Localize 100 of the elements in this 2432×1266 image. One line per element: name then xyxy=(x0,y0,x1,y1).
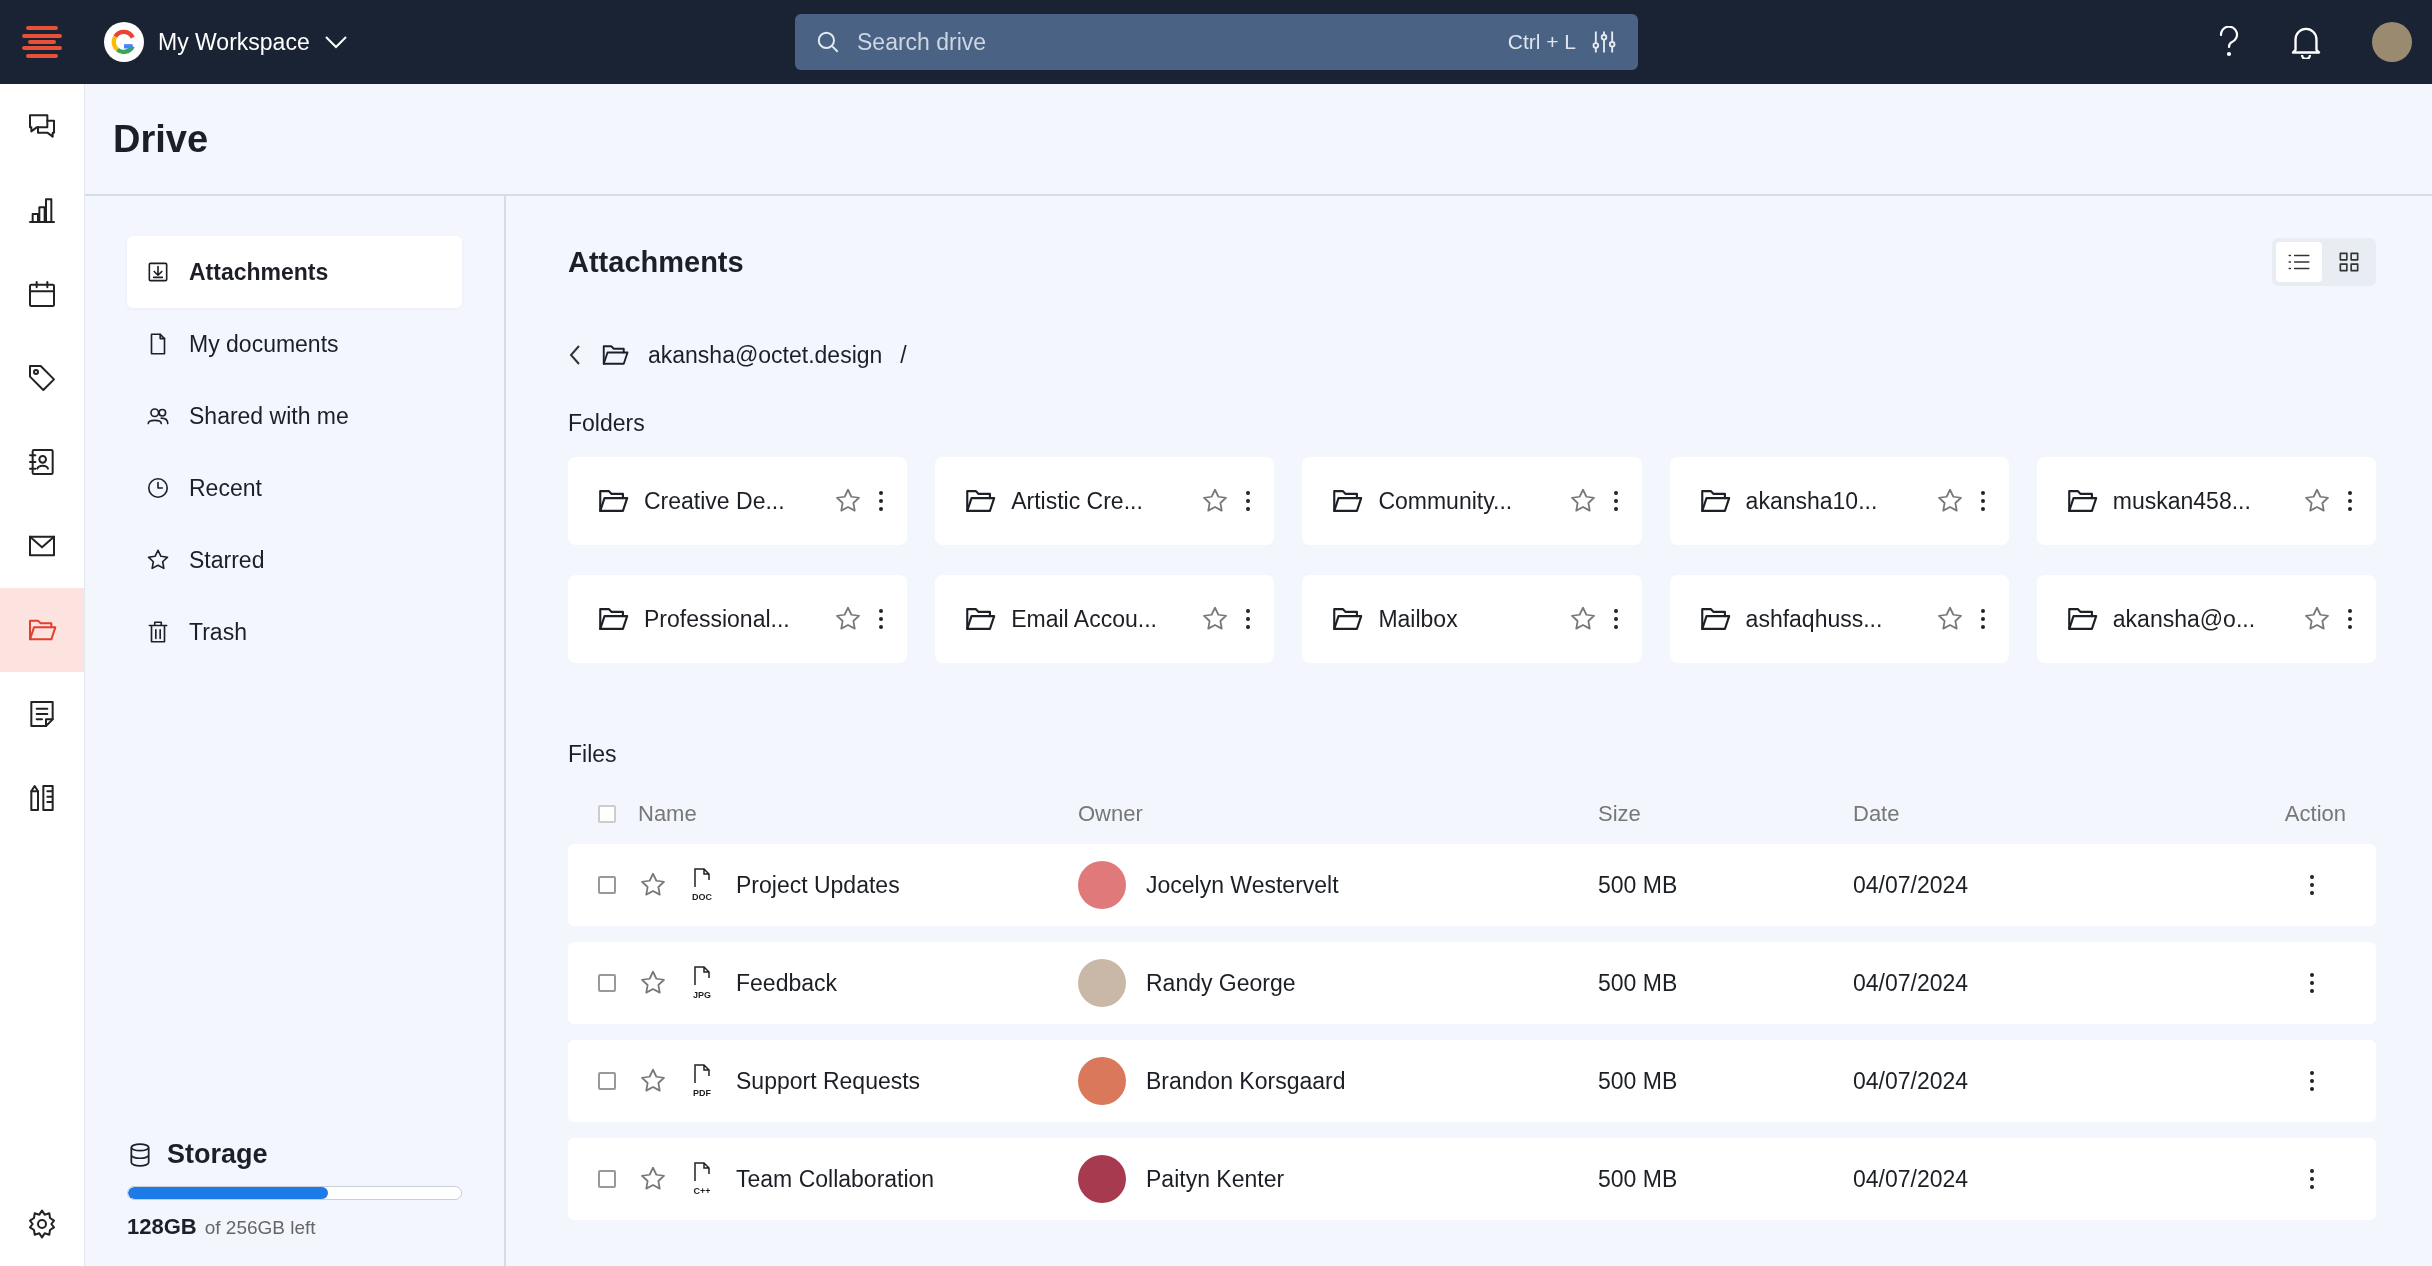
sidebar-item[interactable]: Shared with me xyxy=(127,380,462,452)
breadcrumb-separator: / xyxy=(900,341,907,369)
folders-label: Folders xyxy=(568,410,646,437)
storage-title: Storage xyxy=(167,1139,268,1170)
help-icon[interactable] xyxy=(2218,26,2240,58)
folder-card[interactable]: Artistic Cre... xyxy=(935,457,1275,545)
folder-name: akansha@o... xyxy=(2112,605,2257,633)
more-options-icon[interactable] xyxy=(2346,607,2354,631)
folder-name: Artistic Cre... xyxy=(1011,487,1144,515)
avatar-circle xyxy=(1078,959,1126,1007)
select-all-checkbox[interactable] xyxy=(598,805,616,823)
sidebar-item[interactable]: Attachments xyxy=(127,236,462,308)
folder-card[interactable]: muskan458... xyxy=(2036,457,2376,545)
file-name: Team Collaboration xyxy=(736,1165,935,1193)
file-row[interactable]: PDF Support Requests Brandon Korsgaard 500 MB 04/07/2024 xyxy=(568,1040,2376,1122)
column-header: Action xyxy=(2283,801,2346,827)
folder-card[interactable]: Creative De... xyxy=(568,457,908,545)
database-icon xyxy=(127,1141,153,1168)
search-input[interactable]: Search drive xyxy=(855,27,1494,57)
more-options-icon[interactable] xyxy=(2308,873,2316,897)
folder-name: ashfaqhuss... xyxy=(1745,605,1884,633)
search-field[interactable]: Search drive Ctrl + L xyxy=(795,14,1638,70)
folder-name: Professional... xyxy=(644,605,791,633)
file-size: 500 MB xyxy=(1598,1165,1679,1193)
more-options-icon[interactable] xyxy=(2308,971,2316,995)
folder-card[interactable]: Email Accou... xyxy=(935,575,1275,663)
folder-name: Creative De... xyxy=(644,487,786,515)
breadcrumb-link[interactable]: akansha@octet.design xyxy=(648,341,883,369)
more-options-icon[interactable] xyxy=(2308,1167,2316,1191)
column-header: Date xyxy=(1853,801,1901,827)
folder-name: Email Accou... xyxy=(1011,605,1158,633)
more-options-icon[interactable] xyxy=(877,489,886,513)
file-size: 500 MB xyxy=(1598,871,1679,899)
notification-bell-icon[interactable] xyxy=(2290,25,2322,59)
column-header: Size xyxy=(1598,801,1642,827)
owner-name: Randy George xyxy=(1146,969,1296,997)
more-options-icon[interactable] xyxy=(1978,607,1987,631)
row-checkbox[interactable] xyxy=(598,974,616,992)
list-view-button[interactable] xyxy=(2276,242,2322,282)
calendar-icon xyxy=(26,278,58,310)
sidebar-item[interactable]: Trash xyxy=(127,596,462,668)
file-name: Feedback xyxy=(736,969,837,997)
owner-name: Paityn Kenter xyxy=(1146,1165,1285,1193)
owner-name: Jocelyn Westervelt xyxy=(1146,871,1339,899)
file-row[interactable]: DOC Project Updates Jocelyn Westervelt 500 MB 04/07/2024 xyxy=(568,844,2376,926)
folder-card[interactable]: Community... xyxy=(1302,457,1642,545)
file-name: Support Requests xyxy=(736,1067,921,1095)
more-options-icon[interactable] xyxy=(1611,607,1620,631)
user-avatar[interactable] xyxy=(2372,22,2412,62)
folder-card[interactable]: Mailbox xyxy=(1302,575,1642,663)
page-title: Drive xyxy=(85,84,2432,196)
more-options-icon[interactable] xyxy=(1978,489,1987,513)
column-header: Owner xyxy=(1078,801,1144,827)
clock-icon xyxy=(145,475,171,501)
folder-card[interactable]: Professional... xyxy=(568,575,908,663)
more-options-icon[interactable] xyxy=(2308,1069,2316,1093)
chevron-down-icon[interactable] xyxy=(323,35,348,49)
more-options-icon[interactable] xyxy=(877,607,886,631)
avatar-circle xyxy=(1078,861,1126,909)
file-row[interactable]: JPG Feedback Randy George 500 MB 04/07/2024 xyxy=(568,942,2376,1024)
workspace-name[interactable]: My Workspace xyxy=(158,28,310,56)
tag-icon xyxy=(26,362,58,394)
file-date: 04/07/2024 xyxy=(1853,1067,1970,1095)
file-row[interactable]: C++ Team Collaboration Paityn Kenter 500 MB 04/07/2024 xyxy=(568,1138,2376,1220)
more-options-icon[interactable] xyxy=(1244,489,1253,513)
storage-used: 128GB xyxy=(127,1214,197,1240)
more-options-icon[interactable] xyxy=(2346,489,2354,513)
folder-card[interactable]: ashfaqhuss... xyxy=(1669,575,2009,663)
sidebar-item[interactable]: My documents xyxy=(127,308,462,380)
file-size: 500 MB xyxy=(1598,969,1679,997)
row-checkbox[interactable] xyxy=(598,1170,616,1188)
folder-card[interactable]: akansha10... xyxy=(1669,457,2009,545)
more-options-icon[interactable] xyxy=(1244,607,1253,631)
sidebar-item[interactable]: Recent xyxy=(127,452,462,524)
folder-name: Community... xyxy=(1378,487,1514,515)
file-name: Project Updates xyxy=(736,871,900,899)
file-date: 04/07/2024 xyxy=(1853,1165,1970,1193)
avatar-circle xyxy=(1078,1057,1126,1105)
settings-icon xyxy=(26,1208,58,1240)
sidebar-item[interactable]: Starred xyxy=(127,524,462,596)
folder-name: akansha10... xyxy=(1745,487,1879,515)
search-icon xyxy=(815,29,841,55)
workspace-logo-icon xyxy=(104,22,144,62)
row-checkbox[interactable] xyxy=(598,1072,616,1090)
row-checkbox[interactable] xyxy=(598,876,616,894)
file-date: 04/07/2024 xyxy=(1853,871,1970,899)
files-label: Files xyxy=(568,741,618,768)
file-size: 500 MB xyxy=(1598,1067,1679,1095)
owner-name: Brandon Korsgaard xyxy=(1146,1067,1346,1095)
folder-card[interactable]: akansha@o... xyxy=(2036,575,2376,663)
folder-name: muskan458... xyxy=(2112,487,2252,515)
column-header: Name xyxy=(638,801,698,827)
file-date: 04/07/2024 xyxy=(1853,969,1970,997)
back-button[interactable] xyxy=(568,344,582,366)
avatar-circle xyxy=(1078,1155,1126,1203)
folder-name: Mailbox xyxy=(1378,605,1459,633)
section-title: Attachments xyxy=(568,245,744,279)
storage-detail: of 256GB left xyxy=(204,1217,316,1239)
more-options-icon[interactable] xyxy=(1611,489,1620,513)
keyboard-shortcut: Ctrl + L xyxy=(1507,30,1576,54)
